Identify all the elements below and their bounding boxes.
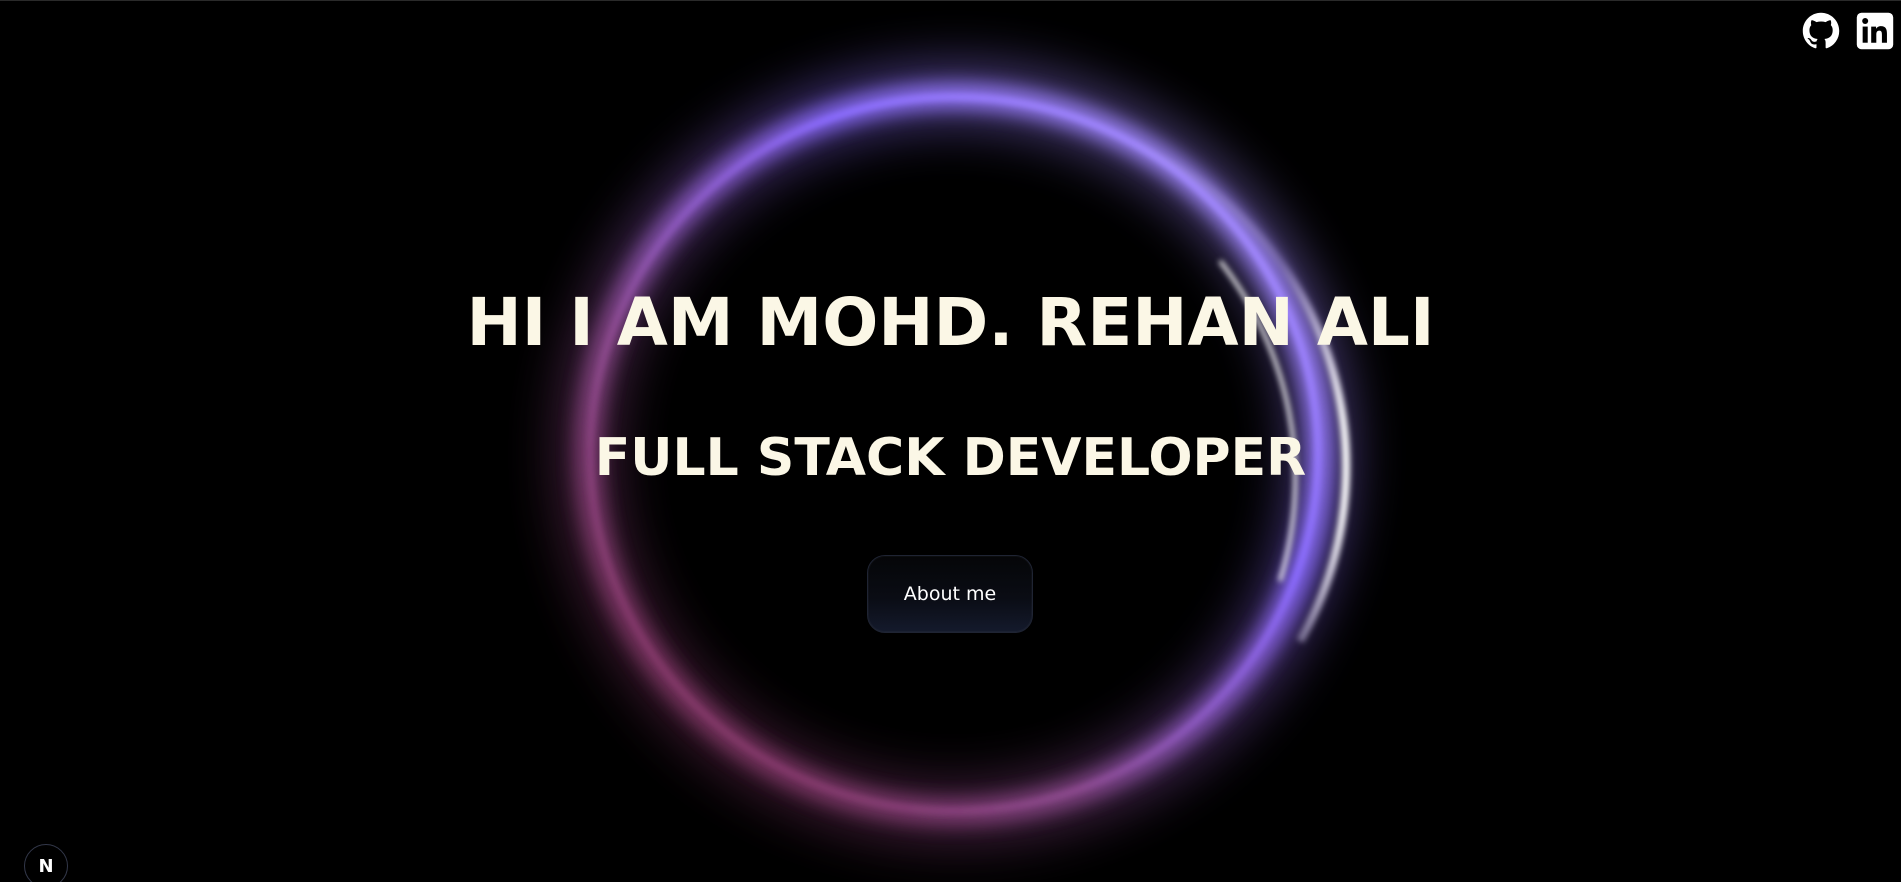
- linkedin-link[interactable]: [1855, 11, 1895, 51]
- hero-subtitle: FULL STACK DEVELOPER: [594, 428, 1307, 488]
- page: HI I AM MOHD. REHAN ALI FULL STACK DEVEL…: [0, 0, 1901, 882]
- github-link[interactable]: [1801, 11, 1841, 51]
- about-me-button-label: About me: [903, 583, 997, 605]
- hero-title: HI I AM MOHD. REHAN ALI: [466, 284, 1435, 361]
- social-links: [1801, 11, 1895, 51]
- n-badge-letter: N: [38, 855, 54, 877]
- about-me-button[interactable]: About me: [867, 555, 1033, 633]
- github-icon: [1802, 12, 1840, 49]
- linkedin-icon: [1856, 12, 1894, 50]
- nextjs-badge[interactable]: N: [24, 844, 68, 882]
